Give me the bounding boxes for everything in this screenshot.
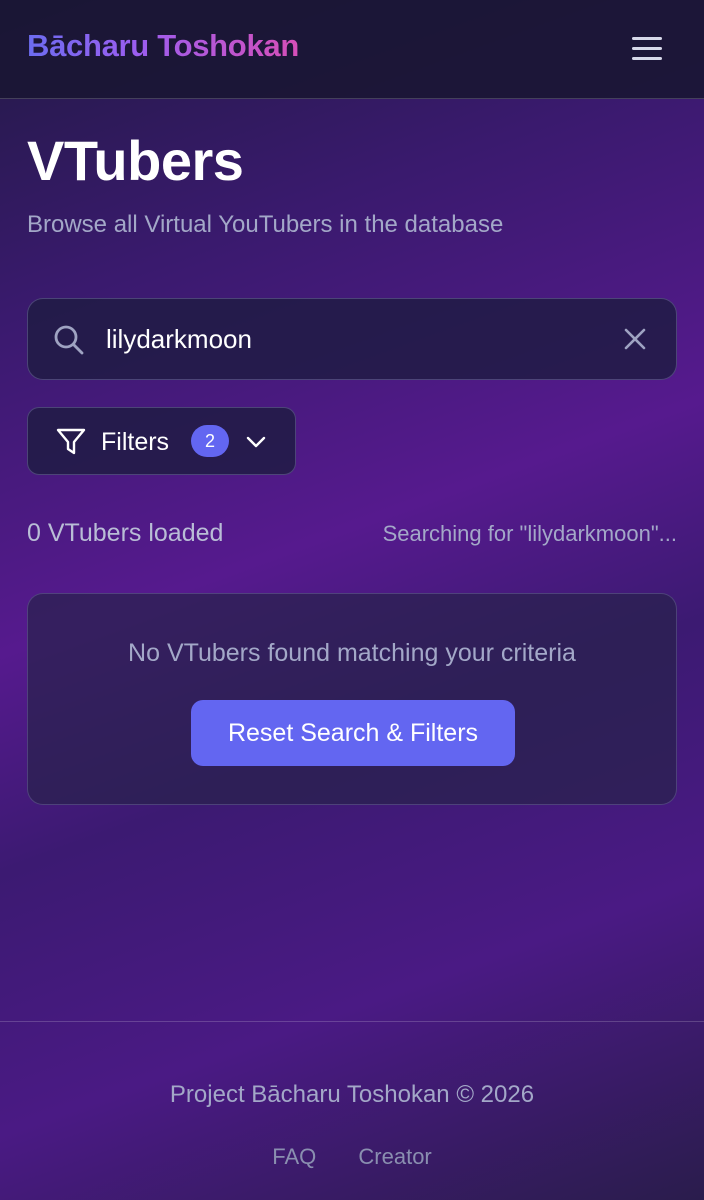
filters-count-badge: 2	[191, 425, 229, 457]
reset-search-filters-button[interactable]: Reset Search & Filters	[191, 700, 515, 766]
empty-state-message: No VTubers found matching your criteria	[128, 639, 576, 667]
chevron-down-icon	[244, 430, 268, 454]
empty-state-card: No VTubers found matching your criteria …	[27, 593, 677, 805]
search-icon	[52, 323, 86, 357]
footer-link-creator[interactable]: Creator	[358, 1144, 431, 1169]
filters-label: Filters	[101, 428, 170, 456]
page-subtitle: Browse all Virtual YouTubers in the data…	[27, 211, 504, 238]
search-input[interactable]	[106, 317, 596, 361]
footer-copyright: Project Bācharu Toshokan © 2026	[169, 1081, 535, 1108]
footer-link-faq[interactable]: FAQ	[272, 1144, 316, 1169]
results-count: 0 VTubers loaded	[27, 519, 224, 547]
top-navbar: Bācharu Toshokan	[0, 0, 704, 99]
filters-button[interactable]: Filters 2	[27, 407, 296, 475]
footer-links: FAQ Creator	[0, 1144, 704, 1170]
search-status-text: Searching for "lilydarkmoon"...	[382, 521, 677, 546]
hamburger-menu-icon[interactable]	[628, 32, 668, 66]
page-title: VTubers	[27, 129, 244, 192]
search-bar	[27, 298, 677, 380]
close-icon[interactable]	[620, 324, 650, 354]
footer-divider	[0, 1021, 704, 1022]
filter-funnel-icon	[55, 426, 87, 458]
brand-logo[interactable]: Bācharu Toshokan	[27, 28, 299, 64]
